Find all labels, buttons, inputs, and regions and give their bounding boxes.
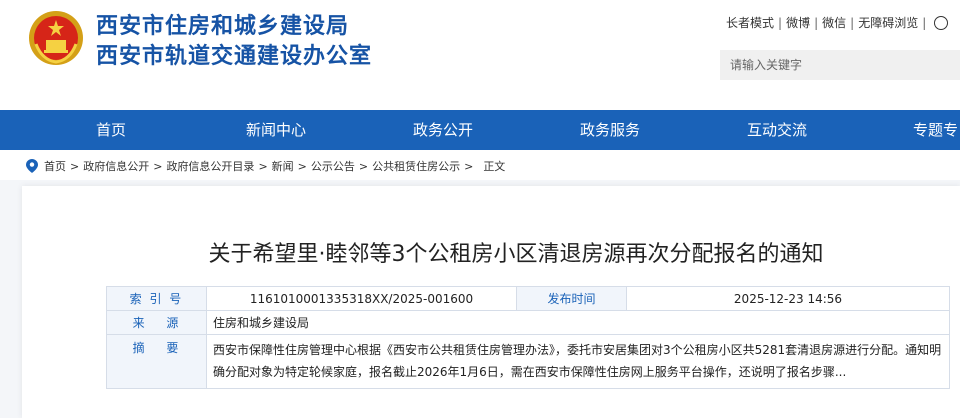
accessibility-link[interactable]: 无障碍浏览 xyxy=(858,14,918,31)
elder-mode-link[interactable]: 长者模式 xyxy=(726,14,774,31)
breadcrumb-news[interactable]: 新闻 xyxy=(272,158,294,174)
breadcrumb: 首页 > 政府信息公开 > 政府信息公开目录 > 新闻 > 公示公告 > 公共租赁住房公示… xyxy=(26,158,505,174)
site-header: 西安市住房和城乡建设局 西安市轨道交通建设办公室 长者模式 | 微博 | 微信 | 无… xyxy=(0,0,960,110)
abstract-value: 西安市保障性住房管理中心根据《西安市公共租赁住房管理办法》，委托市安居集团对3个… xyxy=(206,334,950,389)
search-input[interactable] xyxy=(720,50,960,80)
nav-item-topics[interactable]: 专题专 xyxy=(913,110,958,150)
breadcrumb-arrow: > xyxy=(358,159,369,173)
breadcrumb-current: 正文 xyxy=(483,160,506,173)
nav-item-gov-services[interactable]: 政务服务 xyxy=(580,110,640,150)
site-title-line2: 西安市轨道交通建设办公室 xyxy=(96,44,373,69)
nav-item-home[interactable]: 首页 xyxy=(96,110,126,150)
breadcrumb-public-rental[interactable]: 公共租赁住房公示 xyxy=(372,158,460,174)
nav-item-news[interactable]: 新闻中心 xyxy=(246,110,306,150)
table-row: 来 源 住房和城乡建设局 xyxy=(106,310,950,335)
article-meta-table: 索 引 号 1161010001335318XX/2025-001600 发布时… xyxy=(106,286,950,389)
index-value: 1161010001335318XX/2025-001600 xyxy=(206,286,517,311)
article-title: 关于希望里·睦邻等3个公租房小区清退房源再次分配报名的通知 xyxy=(208,242,824,267)
table-row: 摘 要 西安市保障性住房管理中心根据《西安市公共租赁住房管理办法》，委托市安居集… xyxy=(106,334,950,389)
main-nav: 首页 新闻中心 政务公开 政务服务 互动交流 专题专 xyxy=(0,110,960,150)
breadcrumb-arrow: > xyxy=(258,159,268,173)
separator: | xyxy=(850,15,855,30)
table-row: 索 引 号 1161010001335318XX/2025-001600 发布时… xyxy=(106,286,950,311)
site-title: 西安市住房和城乡建设局 西安市轨道交通建设办公室 xyxy=(96,12,372,72)
nav-item-interaction[interactable]: 互动交流 xyxy=(747,110,807,150)
source-label: 来 源 xyxy=(106,310,207,335)
breadcrumb-announcements[interactable]: 公示公告 xyxy=(311,158,355,174)
wechat-link[interactable]: 微信 xyxy=(822,14,846,31)
breadcrumb-arrow: > xyxy=(464,159,474,173)
separator: | xyxy=(778,15,783,30)
separator: | xyxy=(814,15,819,30)
user-icon[interactable] xyxy=(934,15,949,30)
breadcrumb-arrow: > xyxy=(297,159,307,173)
abstract-label: 摘 要 xyxy=(106,334,207,389)
breadcrumb-arrow: > xyxy=(70,159,80,173)
breadcrumb-gov-info[interactable]: 政府信息公开 xyxy=(83,158,149,174)
index-label: 索 引 号 xyxy=(106,286,207,311)
nav-item-gov-affairs[interactable]: 政务公开 xyxy=(413,110,473,150)
date-label: 发布时间 xyxy=(516,286,627,311)
top-links: 长者模式 | 微博 | 微信 | 无障碍浏览 | xyxy=(726,14,949,31)
national-emblem-icon xyxy=(29,11,83,65)
location-pin-icon xyxy=(26,159,38,173)
breadcrumb-arrow: > xyxy=(153,159,163,173)
date-value: 2025-12-23 14:56 xyxy=(626,286,950,311)
site-title-line1: 西安市住房和城乡建设局 xyxy=(96,14,350,39)
weibo-link[interactable]: 微博 xyxy=(786,14,810,31)
breadcrumb-gov-info-catalog[interactable]: 政府信息公开目录 xyxy=(166,158,254,174)
source-value: 住房和城乡建设局 xyxy=(206,310,950,335)
separator: | xyxy=(922,15,927,30)
breadcrumb-home[interactable]: 首页 xyxy=(44,158,66,174)
